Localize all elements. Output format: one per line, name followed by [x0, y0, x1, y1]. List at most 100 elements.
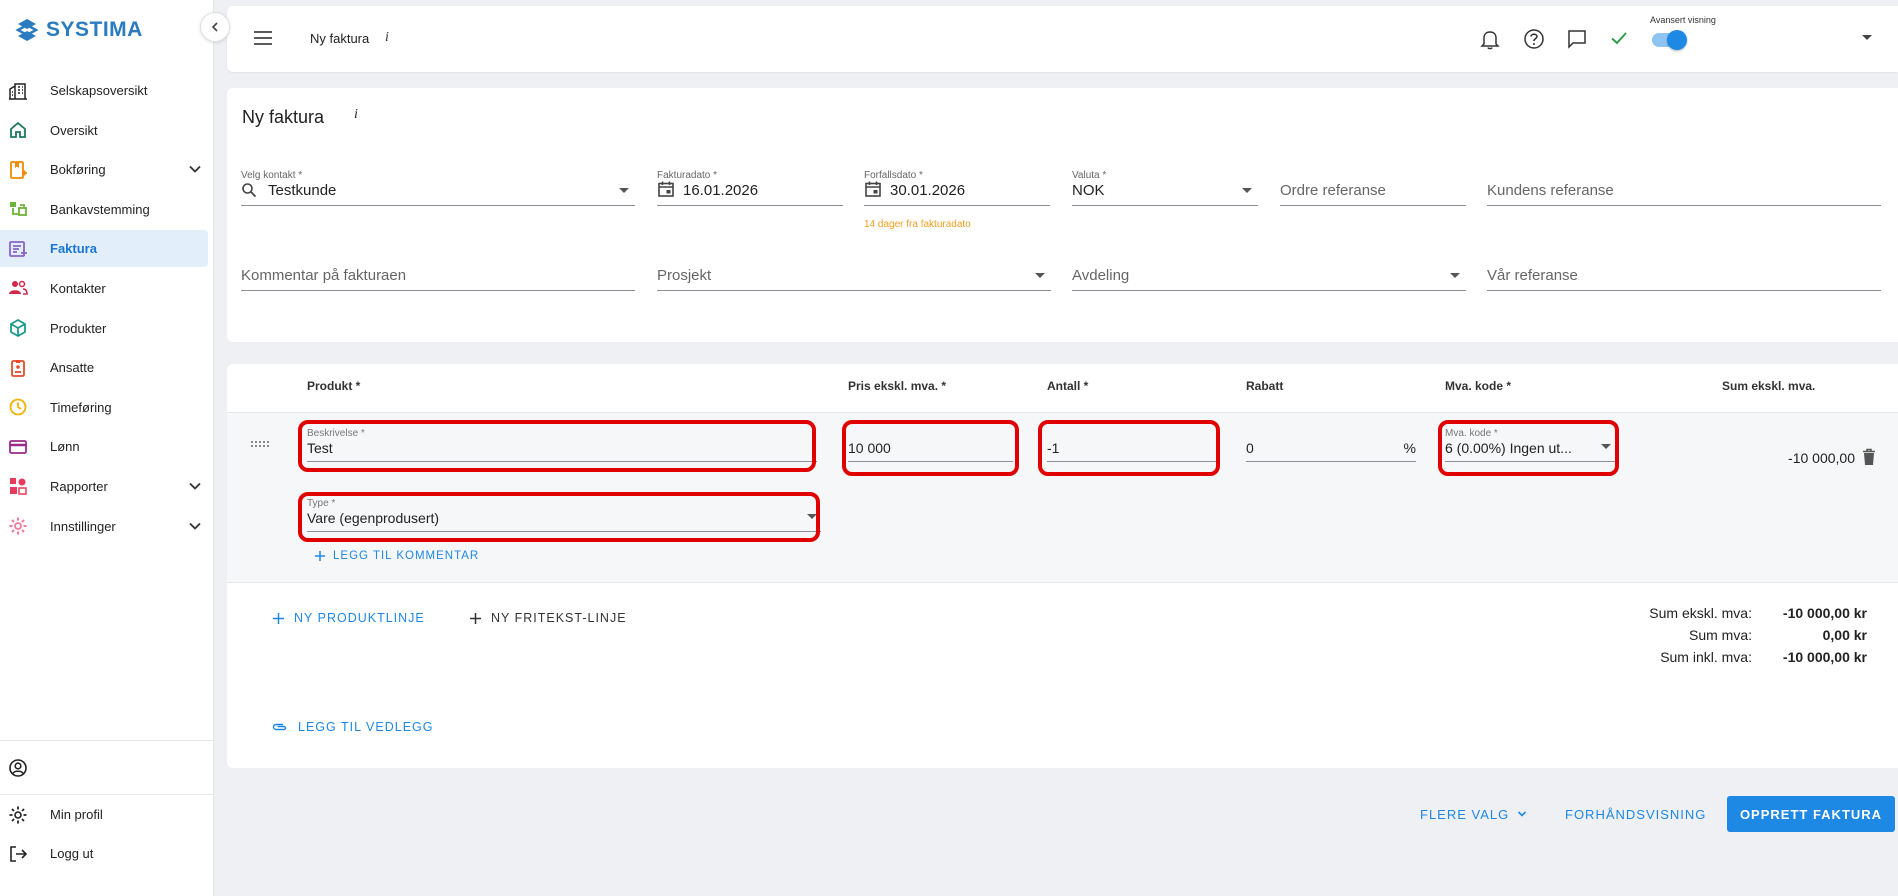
caret-down-icon [1601, 444, 1611, 449]
column-header-quantity: Antall * [1047, 379, 1089, 393]
price-field[interactable]: 10 000 [848, 424, 1013, 462]
contact-select[interactable]: Velg kontakt * Testkunde [241, 170, 635, 206]
type-value: Vare (egenprodusert) [307, 510, 440, 526]
create-invoice-button[interactable]: Opprett faktura [1727, 796, 1895, 832]
caret-down-icon [807, 514, 817, 519]
discount-field[interactable]: 0 % [1246, 424, 1416, 462]
quantity-value: -1 [1047, 440, 1060, 456]
sidebar-item-innstillinger[interactable]: Innstillinger [0, 508, 214, 545]
description-field[interactable]: Beskrivelse * Test [307, 424, 817, 462]
sidebar-item-rapporter[interactable]: Rapporter [0, 468, 214, 505]
vat-code-select[interactable]: Mva. kode * 6 (0.00%) Ingen ut... [1445, 424, 1615, 462]
plus-icon [470, 612, 481, 624]
total-label: Sum mva: [1688, 627, 1752, 643]
sidebar-item-produkter[interactable]: Produkter [0, 310, 214, 347]
invoice-comment-field[interactable]: Kommentar på fakturaen [241, 255, 635, 291]
caret-down-icon [1242, 188, 1252, 193]
sidebar-item-oversikt[interactable]: Oversikt [0, 112, 214, 149]
sidebar-item-selskapsoversikt[interactable]: Selskapsoversikt [0, 72, 214, 109]
department-select[interactable]: Avdeling [1072, 255, 1466, 291]
sidebar-item-lonn[interactable]: Lønn [0, 428, 214, 465]
field-label: Type * [307, 498, 336, 509]
chevron-down-icon [1518, 811, 1527, 817]
percent-suffix: % [1403, 440, 1416, 456]
total-value: 0,00 kr [1822, 627, 1867, 643]
advanced-view-toggle[interactable] [1652, 30, 1687, 50]
invoice-date-value: 16.01.2026 [683, 182, 759, 199]
toggle-knob [1667, 30, 1687, 50]
contact-value: Testkunde [268, 182, 337, 199]
sidebar-item-label: Lønn [50, 439, 80, 455]
menu-icon[interactable] [253, 30, 273, 46]
sidebar-item-label: Bankavstemming [50, 201, 150, 217]
sidebar-item-timeforing[interactable]: Timeføring [0, 389, 214, 426]
our-reference-field[interactable]: Vår referanse [1487, 255, 1881, 291]
order-reference-placeholder: Ordre referanse [1280, 182, 1386, 199]
sidebar-item-label: Oversikt [50, 122, 98, 138]
advanced-view-label: Avansert visning [1650, 15, 1716, 25]
quantity-field[interactable]: -1 [1047, 424, 1217, 462]
column-header-price: Pris ekskl. mva. * [848, 379, 947, 393]
line-sum-value: -10 000,00 [1788, 450, 1855, 466]
card-icon [8, 437, 28, 457]
info-icon[interactable]: i [385, 30, 389, 46]
sidebar-item-label: Timeføring [50, 399, 112, 415]
add-attachment-label: Legg til vedlegg [298, 720, 434, 734]
min-profil-link[interactable]: Min profil [0, 795, 214, 834]
logg-ut-link[interactable]: Logg ut [0, 834, 214, 873]
column-header-sum: Sum ekskl. mva. [1722, 379, 1816, 393]
chevron-left-icon [211, 22, 218, 32]
project-select[interactable]: Prosjekt [657, 255, 1051, 291]
brand-logo[interactable]: SYSTIMA [14, 16, 143, 44]
search-icon [242, 183, 257, 198]
calendar-icon [658, 181, 674, 197]
type-select[interactable]: Type * Vare (egenprodusert) [307, 494, 821, 532]
currency-select[interactable]: Valuta * NOK [1072, 170, 1258, 206]
invoice-date-field[interactable]: Fakturadato * 16.01.2026 [657, 170, 843, 206]
calendar-icon [865, 181, 881, 197]
sidebar-item-kontakter[interactable]: Kontakter [0, 270, 214, 307]
new-text-line-label: Ny fritekst-linje [491, 611, 627, 625]
check-icon[interactable] [1609, 28, 1629, 48]
bell-icon[interactable] [1480, 28, 1500, 50]
caret-down-icon [1450, 273, 1460, 278]
sidebar-item-bankavstemming[interactable]: Bankavstemming [0, 191, 214, 228]
create-invoice-label: Opprett faktura [1739, 806, 1883, 822]
add-comment-button[interactable]: Legg til kommentar [315, 550, 479, 562]
sidebar-bottom: Min profil Logg ut [0, 740, 214, 873]
new-product-line-button[interactable]: Ny produktlinje [273, 611, 425, 625]
sidebar-item-label: Rapporter [50, 478, 108, 494]
sidebar-item-label: Produkter [50, 320, 107, 336]
customer-reference-field[interactable]: Kundens referanse [1487, 170, 1881, 206]
field-label: Valuta * [1072, 170, 1107, 181]
sidebar: SYSTIMA Selskapsoversikt Oversikt Bokfør… [0, 0, 214, 896]
our-reference-placeholder: Vår referanse [1487, 267, 1578, 284]
bank-icon [8, 199, 28, 219]
due-date-field[interactable]: Forfallsdato * 30.01.2026 [864, 170, 1050, 206]
logout-icon [10, 845, 28, 862]
collapse-sidebar-button[interactable] [200, 12, 230, 42]
trash-icon[interactable] [1861, 448, 1877, 466]
more-options-button[interactable]: Flere valg [1420, 796, 1527, 832]
chat-icon[interactable] [1566, 28, 1588, 50]
add-attachment-button[interactable]: Legg til vedlegg [272, 720, 434, 734]
sidebar-item-faktura[interactable]: Faktura [0, 230, 208, 268]
sidebar-item-ansatte[interactable]: Ansatte [0, 349, 214, 386]
sidebar-item-label: Selskapsoversikt [50, 83, 148, 98]
help-icon[interactable] [1523, 28, 1545, 50]
project-placeholder: Prosjekt [657, 267, 712, 284]
bookkeeping-icon [8, 160, 28, 180]
new-text-line-button[interactable]: Ny fritekst-linje [470, 611, 627, 625]
drag-handle-icon[interactable] [250, 440, 270, 448]
user-avatar-row[interactable] [0, 741, 214, 795]
settings-icon [8, 516, 28, 536]
sidebar-nav: Selskapsoversikt Oversikt Bokføring Bank… [0, 72, 214, 547]
info-icon[interactable]: i [354, 107, 358, 123]
clock-icon [8, 397, 28, 417]
caret-down-icon[interactable] [1861, 34, 1873, 42]
sidebar-item-bokforing[interactable]: Bokføring [0, 151, 214, 188]
product-lines-card: Produkt * Pris ekskl. mva. * Antall * Ra… [227, 364, 1898, 768]
order-reference-field[interactable]: Ordre referanse [1280, 170, 1466, 206]
preview-button[interactable]: Forhåndsvisning [1565, 796, 1706, 832]
reports-icon [8, 476, 28, 496]
